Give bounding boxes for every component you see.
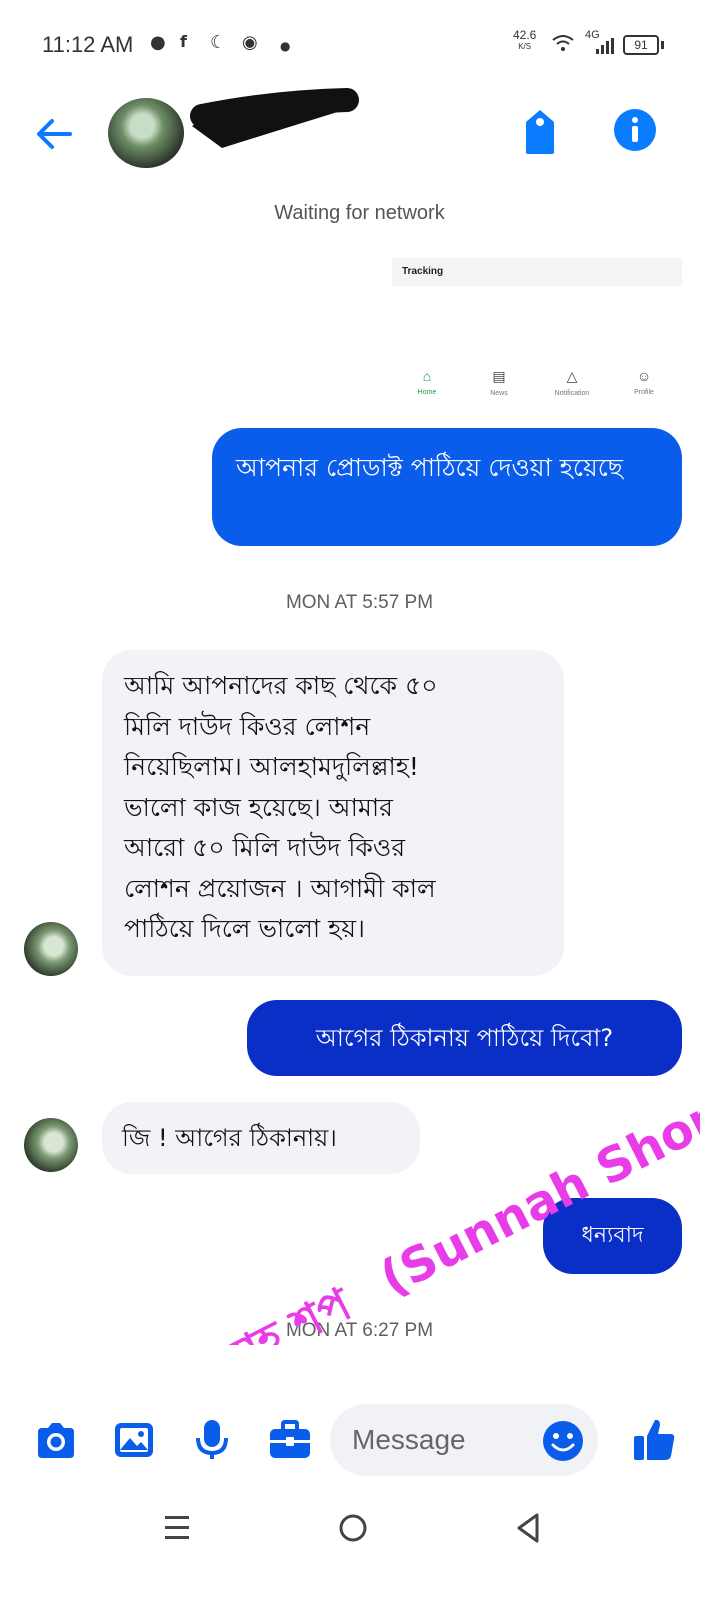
message-line: পাঠিয়ে দিলে ভালো হয়। [124, 914, 365, 943]
battery-indicator: 91 [623, 35, 659, 55]
preview-tab-label: Home [417, 389, 437, 396]
preview-tab-label: Notification [554, 390, 590, 397]
contact-name-redaction [190, 88, 359, 148]
status-time: 11:12 AM [42, 32, 134, 57]
preview-tab-news: ▤ News [469, 368, 529, 397]
message-line: লোশন প্রয়োজন । আগামী কাল [124, 873, 436, 903]
home-button[interactable] [331, 1508, 375, 1548]
more-notifications-dot: ● [280, 39, 291, 53]
message-line: ভালো কাজ হয়েছে। আমার [124, 792, 393, 822]
briefcase-icon [270, 1420, 310, 1458]
sender-avatar[interactable] [24, 922, 78, 976]
system-back-button[interactable] [507, 1508, 551, 1548]
outgoing-message[interactable]: আগের ঠিকানায় পাঠিয়ে দিবো? [247, 1000, 682, 1076]
home-icon: ⌂ [422, 368, 432, 384]
tag-icon[interactable] [520, 108, 560, 156]
message-line: আরো ৫০ মিলি দাউদ কিওর [124, 833, 406, 862]
preview-tab-notification: △ Notification [542, 368, 602, 397]
microphone-icon [196, 1420, 228, 1459]
message-line: আমি আপনাদের কাছ থেকে ৫০ [124, 671, 438, 700]
preview-tab-profile: ☺ Profile [614, 368, 674, 396]
gallery-icon [115, 1423, 153, 1457]
menu-icon [165, 1516, 189, 1539]
sender-avatar[interactable] [24, 1118, 78, 1172]
emoji-button[interactable] [542, 1420, 584, 1462]
wifi-icon [552, 34, 574, 56]
preview-title: Tracking [402, 266, 444, 277]
bell-icon: △ [566, 368, 578, 384]
info-icon[interactable] [613, 108, 657, 152]
emoji-icon [543, 1421, 583, 1461]
triangle-back-icon [517, 1513, 539, 1543]
gallery-button[interactable] [112, 1418, 156, 1462]
preview-tab-label: Profile [634, 389, 654, 396]
outgoing-message[interactable]: আপনার প্রোডাক্ট পাঠিয়ে দেওয়া হয়েছে [212, 428, 682, 546]
facebook-notification-icon: f [180, 32, 187, 51]
incoming-message[interactable]: আমি আপনাদের কাছ থেকে ৫০ মিলি দাউদ কিওর ল… [102, 650, 564, 976]
circle-home-icon [339, 1514, 367, 1542]
preview-tab-label: News [490, 390, 508, 397]
network-speed: 42.6 K/S [513, 28, 537, 52]
back-button[interactable] [30, 110, 78, 158]
messenger-notification-icon: ☾ [210, 32, 227, 53]
watermark-text-bn: সুন্নাহ শপ [183, 1276, 362, 1345]
message-line: নিয়েছিলাম। আলহামদুলিল্লাহ! [124, 752, 419, 781]
battery-tip [661, 41, 664, 49]
app-notification-icon: ◉ [242, 32, 258, 53]
message-timestamp: MON AT 5:57 PM [285, 592, 434, 613]
contact-avatar[interactable] [108, 98, 184, 168]
recent-apps-button[interactable] [155, 1508, 199, 1548]
message-line: মিলি দাউদ কিওর লোশন [124, 711, 371, 741]
network-speed-value: 42.6 [513, 28, 537, 42]
shop-watermark: সুন্নাহ শপ (Sunnah Shop) [183, 1095, 700, 1345]
chat-notification-icon: ● [150, 32, 166, 53]
arrow-left-icon [37, 119, 72, 149]
briefcase-button[interactable] [268, 1418, 312, 1462]
network-status: Waiting for network [274, 202, 445, 224]
camera-icon [38, 1423, 74, 1458]
profile-icon: ☺ [636, 368, 652, 384]
thumbs-up-icon [634, 1419, 675, 1460]
network-speed-unit: K/S [518, 42, 532, 51]
message-placeholder: Message [352, 1424, 466, 1455]
microphone-button[interactable] [190, 1418, 234, 1462]
news-icon: ▤ [492, 368, 506, 384]
watermark-text-en: (Sunnah Shop) [372, 1095, 700, 1307]
signal-icon [596, 38, 614, 58]
preview-tab-home: ⌂ Home [397, 368, 457, 396]
camera-button[interactable] [34, 1418, 78, 1462]
like-button[interactable] [630, 1416, 678, 1464]
shared-image-message[interactable]: Tracking ⌂ Home ▤ News △ Notification ☺ … [392, 258, 682, 408]
